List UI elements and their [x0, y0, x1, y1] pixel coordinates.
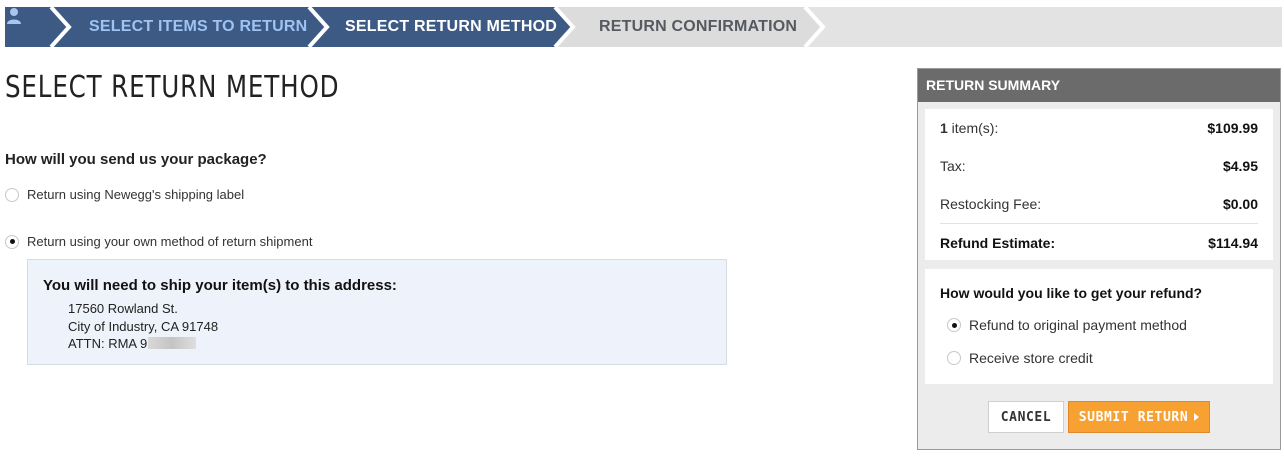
option-newegg-label[interactable]: Return using Newegg's shipping label	[5, 187, 244, 202]
summary-row-tax: Tax: $4.95	[940, 147, 1258, 185]
items-count: 1	[940, 120, 948, 136]
radio-own-method[interactable]	[5, 234, 19, 249]
summary-row-restocking: Restocking Fee: $0.00	[940, 185, 1258, 223]
items-label: 1 item(s):	[940, 120, 998, 136]
option-own-method-text: Return using your own method of return s…	[27, 234, 313, 249]
tax-label: Tax:	[940, 158, 966, 174]
option-own-method[interactable]: Return using your own method of return s…	[5, 234, 312, 249]
summary-row-refund: Refund Estimate: $114.94	[940, 223, 1258, 262]
cancel-button-label: CANCEL	[1000, 409, 1052, 425]
radio-original-payment[interactable]	[947, 318, 961, 332]
option-original-payment[interactable]: Refund to original payment method	[947, 317, 1187, 333]
tax-value: $4.95	[1222, 158, 1258, 174]
refund-question: How would you like to get your refund?	[940, 285, 1203, 301]
option-original-payment-text: Refund to original payment method	[969, 317, 1187, 333]
refund-method-card: How would you like to get your refund? R…	[925, 269, 1273, 384]
address-line-city: City of Industry, CA 91748	[68, 319, 219, 334]
summary-row-items: 1 item(s): $109.99	[940, 109, 1258, 147]
radio-newegg-label[interactable]	[5, 187, 19, 202]
radio-store-credit[interactable]	[947, 351, 961, 365]
summary-title: RETURN SUMMARY	[918, 69, 1280, 102]
restock-label: Restocking Fee:	[940, 196, 1042, 212]
step-select-return-method: SELECT RETURN METHOD	[345, 18, 557, 35]
address-line-street: 17560 Rowland St.	[68, 301, 178, 316]
summary-totals: 1 item(s): $109.99 Tax: $4.95 Restocking…	[925, 109, 1273, 260]
submit-button-label: SUBMIT RETURN	[1078, 409, 1189, 425]
refund-estimate-value: $114.94	[1208, 235, 1258, 251]
cancel-button[interactable]: CANCEL	[988, 401, 1064, 433]
rma-text: ATTN: RMA 9	[68, 336, 148, 351]
submit-return-button[interactable]: SUBMIT RETURN	[1068, 401, 1210, 433]
user-icon	[7, 8, 21, 24]
address-heading: You will need to ship your item(s) to th…	[43, 277, 397, 294]
page-title: SELECT RETURN METHOD	[5, 70, 340, 105]
return-address-box: You will need to ship your item(s) to th…	[27, 259, 727, 365]
caret-right-icon	[1194, 413, 1200, 421]
refund-estimate-label: Refund Estimate:	[940, 235, 1056, 251]
items-label-text: item(s):	[947, 120, 999, 136]
restock-value: $0.00	[1222, 196, 1258, 212]
option-store-credit[interactable]: Receive store credit	[947, 350, 1093, 366]
option-store-credit-text: Receive store credit	[969, 350, 1093, 366]
progress-stepper: SELECT ITEMS TO RETURN SELECT RETURN MET…	[5, 7, 1282, 47]
step-select-items[interactable]: SELECT ITEMS TO RETURN	[89, 7, 307, 47]
option-newegg-label-text: Return using Newegg's shipping label	[27, 187, 245, 202]
return-summary-panel: RETURN SUMMARY 1 item(s): $109.99 Tax: $…	[917, 68, 1281, 450]
step-return-confirmation: RETURN CONFIRMATION	[599, 18, 798, 35]
shipping-question: How will you send us your package?	[5, 151, 267, 168]
items-value: $109.99	[1207, 120, 1258, 136]
redacted-rma	[148, 337, 197, 349]
address-line-attn: ATTN: RMA 9	[68, 336, 197, 351]
